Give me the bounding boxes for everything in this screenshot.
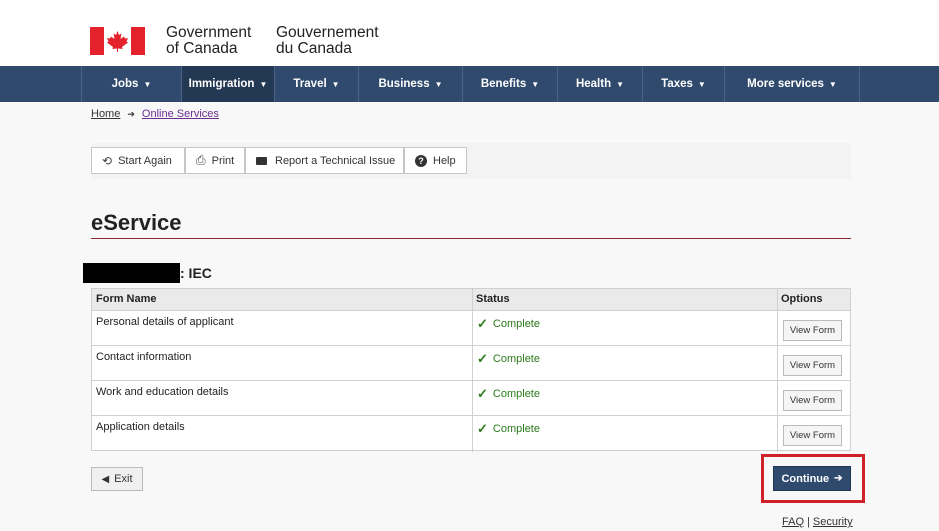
wordmark-en-line1: Government (166, 24, 252, 41)
breadcrumb-home[interactable]: Home (91, 108, 120, 120)
status-label: Complete (492, 353, 540, 365)
application-subheading: : IEC (180, 265, 212, 281)
nav-more-services-label: More services (747, 78, 824, 90)
arrow-right-icon: ➔ (834, 473, 843, 484)
refresh-icon: ⟲ (102, 153, 113, 168)
chevron-down-icon: ▼ (434, 79, 443, 89)
nav-business[interactable]: Business ▼ (358, 66, 462, 102)
nav-business-label: Business (378, 78, 430, 90)
status-label: Complete (492, 318, 540, 330)
page-title: eService (91, 210, 182, 235)
view-form-button[interactable]: View Form (783, 355, 842, 376)
wordmark-french[interactable]: Gouvernement du Canada (276, 25, 379, 57)
nav-immigration-label: Immigration (188, 78, 255, 90)
form-name-cell: Application details (96, 421, 185, 433)
table-row: Contact information ✓ Complete View Form (92, 346, 850, 381)
nav-health-label: Health (575, 78, 612, 90)
chevron-down-icon: ▼ (616, 79, 625, 89)
continue-label: Continue (781, 472, 830, 485)
arrow-left-icon: ◀ (101, 473, 110, 485)
arrow-right-icon: ➔ (127, 108, 135, 119)
wordmark-en-line2: of Canada (166, 40, 238, 57)
nav-benefits[interactable]: Benefits ▼ (462, 66, 557, 102)
nav-health[interactable]: Health ▼ (557, 66, 642, 102)
status-cell: ✓ Complete (477, 316, 540, 332)
status-label: Complete (492, 388, 540, 400)
help-icon: ? (415, 154, 427, 167)
column-divider (777, 289, 778, 452)
exit-label: Exit (114, 473, 133, 485)
checkmark-icon: ✓ (477, 421, 488, 436)
nav-immigration[interactable]: Immigration ▼ (181, 66, 274, 102)
printer-icon: ⎙ (196, 153, 206, 167)
print-label: Print (211, 154, 235, 167)
checkmark-icon: ✓ (477, 316, 488, 331)
nav-benefits-label: Benefits (480, 78, 527, 90)
nav-taxes-label: Taxes (661, 78, 693, 90)
report-issue-button[interactable]: Report a Technical Issue (245, 147, 404, 174)
redacted-block (83, 263, 180, 283)
checkmark-icon: ✓ (477, 386, 488, 401)
wordmark-fr-line2: du Canada (276, 40, 352, 57)
status-label: Complete (492, 423, 540, 435)
nav-divider (859, 66, 860, 102)
breadcrumb: Home ➔ Online Services (91, 108, 219, 120)
checkmark-icon: ✓ (477, 351, 488, 366)
nav-more-services[interactable]: More services ▼ (724, 66, 859, 102)
form-name-cell: Personal details of applicant (96, 316, 234, 328)
footer-links: FAQ | Security (782, 516, 853, 528)
column-header-status: Status (472, 289, 777, 311)
security-link[interactable]: Security (813, 516, 853, 528)
nav-taxes[interactable]: Taxes ▼ (642, 66, 724, 102)
site-header: Government of Canada Gouvernement du Can… (0, 0, 939, 66)
table-row: Personal details of applicant ✓ Complete … (92, 311, 850, 346)
nav-jobs[interactable]: Jobs ▼ (81, 66, 181, 102)
chevron-down-icon: ▼ (531, 79, 540, 89)
forms-table: Form Name Status Options Personal detail… (91, 288, 851, 452)
wordmark-fr-line1: Gouvernement (276, 24, 379, 41)
column-divider (472, 289, 473, 452)
print-button[interactable]: ⎙ Print (185, 147, 245, 174)
help-label: Help (433, 154, 456, 167)
report-issue-label: Report a Technical Issue (275, 154, 396, 167)
table-row: Work and education details ✓ Complete Vie… (92, 381, 850, 416)
help-button[interactable]: ? Help (404, 147, 467, 174)
exit-button[interactable]: ◀ Exit (91, 467, 143, 491)
breadcrumb-online-services[interactable]: Online Services (142, 108, 219, 120)
view-form-button[interactable]: View Form (783, 390, 842, 411)
status-cell: ✓ Complete (477, 351, 540, 367)
canada-flag-icon (90, 27, 145, 55)
main-menu: Jobs ▼ Immigration ▼ Travel ▼ Business ▼ Ben… (0, 66, 939, 102)
table-row: Application details ✓ Complete View Form (92, 416, 850, 451)
chevron-down-icon: ▼ (259, 79, 268, 89)
chevron-down-icon: ▼ (697, 79, 706, 89)
continue-button[interactable]: Continue ➔ (773, 466, 851, 491)
chevron-down-icon: ▼ (331, 79, 340, 89)
nav-jobs-label: Jobs (111, 78, 139, 90)
start-again-button[interactable]: ⟲ Start Again (91, 147, 185, 174)
comment-icon (256, 156, 267, 165)
footer-separator: | (807, 516, 810, 528)
view-form-button[interactable]: View Form (783, 425, 842, 446)
status-cell: ✓ Complete (477, 421, 540, 437)
column-header-form-name: Form Name (92, 289, 472, 311)
title-underline (91, 238, 851, 239)
faq-link[interactable]: FAQ (782, 516, 804, 528)
wordmark-english[interactable]: Government of Canada (166, 25, 251, 57)
view-form-button[interactable]: View Form (783, 320, 842, 341)
nav-travel-label: Travel (293, 78, 327, 90)
chevron-down-icon: ▼ (828, 79, 837, 89)
form-name-cell: Contact information (96, 351, 192, 363)
form-name-cell: Work and education details (96, 386, 229, 398)
status-cell: ✓ Complete (477, 386, 540, 402)
nav-travel[interactable]: Travel ▼ (274, 66, 358, 102)
start-again-label: Start Again (118, 154, 172, 167)
chevron-down-icon: ▼ (143, 79, 152, 89)
column-header-options: Options (777, 289, 850, 311)
